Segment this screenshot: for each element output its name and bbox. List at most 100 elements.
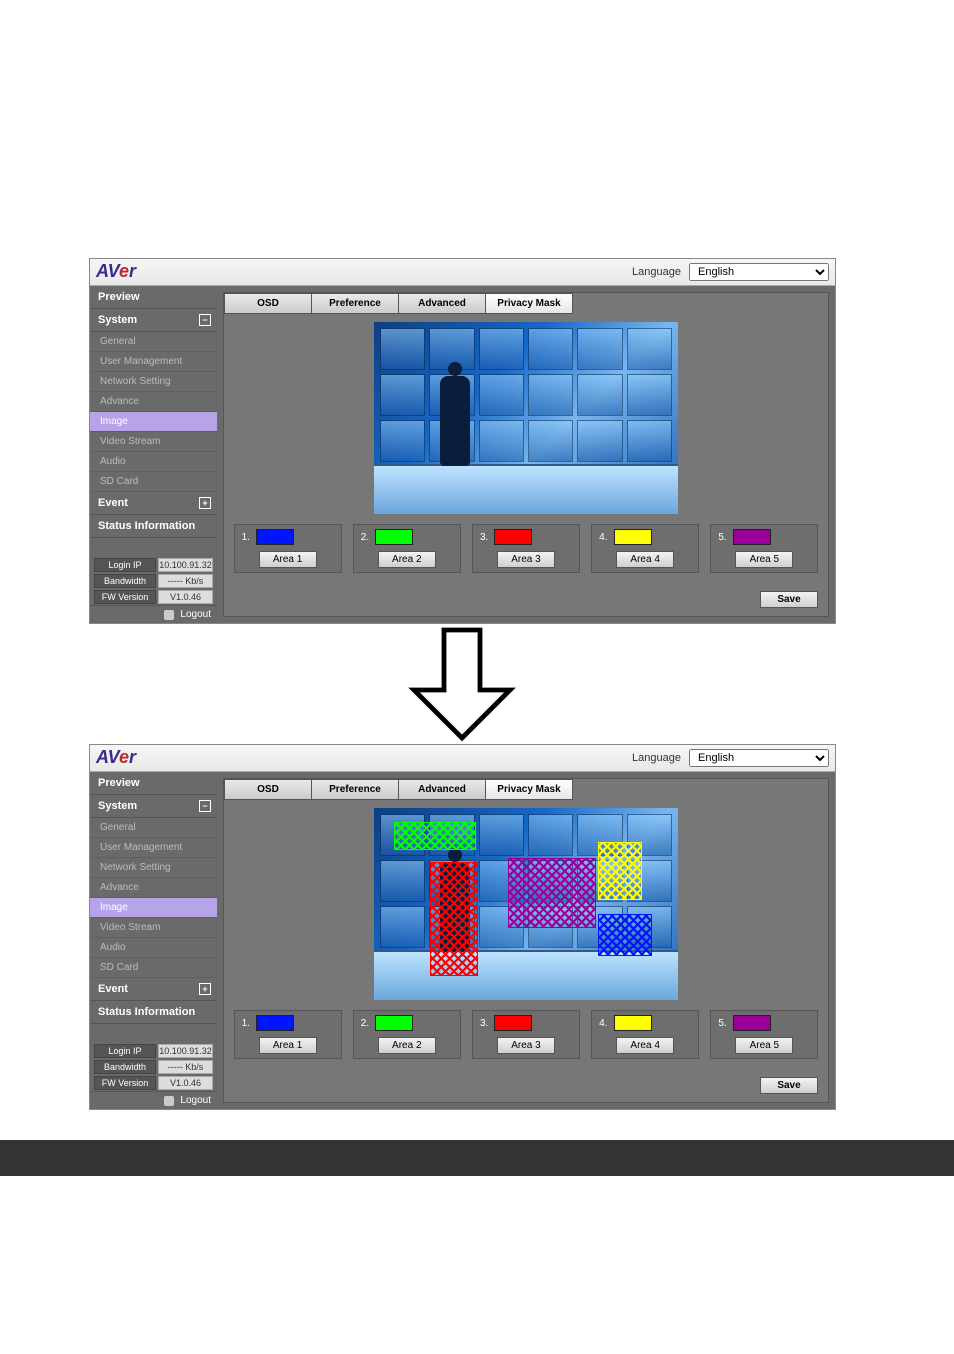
area-3-button[interactable]: Area 3 bbox=[497, 1037, 555, 1054]
privacy-mask-4[interactable] bbox=[598, 842, 642, 900]
tab-preference[interactable]: Preference bbox=[311, 779, 398, 800]
area-1-button[interactable]: Area 1 bbox=[259, 551, 317, 568]
desk bbox=[374, 464, 678, 514]
logout-link[interactable]: Logout bbox=[90, 1091, 217, 1109]
area-3-button[interactable]: Area 3 bbox=[497, 551, 555, 568]
topbar: Language English bbox=[90, 745, 835, 772]
area-1-button[interactable]: Area 1 bbox=[259, 1037, 317, 1054]
sidebar-item-video-stream[interactable]: Video Stream bbox=[90, 432, 217, 452]
minus-icon[interactable]: − bbox=[199, 314, 211, 326]
logout-link[interactable]: Logout bbox=[90, 605, 217, 623]
language-label: Language bbox=[632, 266, 681, 278]
area-5-button[interactable]: Area 5 bbox=[735, 1037, 793, 1054]
area-cell-2: 2. Area 2 bbox=[353, 1010, 461, 1059]
sidebar-event[interactable]: Event + bbox=[90, 978, 217, 1001]
area-4-button[interactable]: Area 4 bbox=[616, 551, 674, 568]
sidebar-system[interactable]: System − bbox=[90, 795, 217, 818]
sidebar-event[interactable]: Event + bbox=[90, 492, 217, 515]
sidebar-item-network-setting[interactable]: Network Setting bbox=[90, 858, 217, 878]
status-fw-version: FW Version V1.0.46 bbox=[94, 590, 213, 604]
language-select[interactable]: English bbox=[689, 749, 829, 767]
sidebar-item-user-management[interactable]: User Management bbox=[90, 838, 217, 858]
sidebar-item-video-stream[interactable]: Video Stream bbox=[90, 918, 217, 938]
sidebar-item-audio[interactable]: Audio bbox=[90, 452, 217, 472]
privacy-mask-5[interactable] bbox=[598, 914, 652, 956]
tab-advanced[interactable]: Advanced bbox=[398, 779, 485, 800]
plus-icon[interactable]: + bbox=[199, 983, 211, 995]
sidebar-item-advance[interactable]: Advance bbox=[90, 878, 217, 898]
status-bandwidth: Bandwidth ----- Kb/s bbox=[94, 574, 213, 588]
sidebar-item-general[interactable]: General bbox=[90, 332, 217, 352]
area-cell-4: 4. Area 4 bbox=[591, 524, 699, 573]
sidebar-item-image[interactable]: Image bbox=[90, 898, 217, 918]
swatch-4 bbox=[614, 529, 652, 545]
main-area: OSD Preference Advanced Privacy Mask bbox=[217, 772, 835, 1109]
privacy-mask-1[interactable] bbox=[394, 822, 476, 850]
area-cell-3: 3. Area 3 bbox=[472, 524, 580, 573]
language-label: Language bbox=[632, 752, 681, 764]
privacy-mask-3[interactable] bbox=[508, 858, 596, 928]
swatch-1 bbox=[256, 529, 294, 545]
tab-privacy-mask[interactable]: Privacy Mask bbox=[485, 293, 573, 314]
plus-icon[interactable]: + bbox=[199, 497, 211, 509]
page-footer bbox=[0, 1140, 954, 1176]
person-silhouette bbox=[440, 376, 470, 466]
topbar: Language English bbox=[90, 259, 835, 286]
language-select[interactable]: English bbox=[689, 263, 829, 281]
logout-icon bbox=[164, 610, 174, 620]
status-login-ip: Login IP 10.100.91.32 bbox=[94, 1044, 213, 1058]
swatch-3 bbox=[494, 529, 532, 545]
swatch-2 bbox=[375, 529, 413, 545]
tabs: OSD Preference Advanced Privacy Mask bbox=[224, 293, 828, 314]
swatch-3 bbox=[494, 1015, 532, 1031]
logo: AVer bbox=[96, 261, 136, 282]
down-arrow-icon bbox=[89, 624, 834, 744]
save-button[interactable]: Save bbox=[760, 591, 818, 608]
status-fw-version: FW Version V1.0.46 bbox=[94, 1076, 213, 1090]
area-cell-4: 4. Area 4 bbox=[591, 1010, 699, 1059]
sidebar-item-advance[interactable]: Advance bbox=[90, 392, 217, 412]
app-window-before: AVer Language English Preview System − G… bbox=[89, 258, 836, 624]
tab-osd[interactable]: OSD bbox=[224, 293, 311, 314]
sidebar-status-info[interactable]: Status Information bbox=[90, 1001, 217, 1024]
sidebar-item-user-management[interactable]: User Management bbox=[90, 352, 217, 372]
sidebar-item-image[interactable]: Image bbox=[90, 412, 217, 432]
area-cell-1: 1. Area 1 bbox=[234, 524, 342, 573]
swatch-5 bbox=[733, 1015, 771, 1031]
minus-icon[interactable]: − bbox=[199, 800, 211, 812]
area-cell-3: 3. Area 3 bbox=[472, 1010, 580, 1059]
area-2-button[interactable]: Area 2 bbox=[378, 551, 436, 568]
swatch-5 bbox=[733, 529, 771, 545]
video-preview[interactable] bbox=[374, 808, 678, 1000]
area-2-button[interactable]: Area 2 bbox=[378, 1037, 436, 1054]
sidebar-item-sd-card[interactable]: SD Card bbox=[90, 958, 217, 978]
area-cell-5: 5. Area 5 bbox=[710, 1010, 818, 1059]
sidebar: Preview System − General User Management… bbox=[90, 772, 217, 1109]
sidebar-item-network-setting[interactable]: Network Setting bbox=[90, 372, 217, 392]
tab-osd[interactable]: OSD bbox=[224, 779, 311, 800]
logo: AVer bbox=[96, 747, 136, 768]
sidebar-status-info[interactable]: Status Information bbox=[90, 515, 217, 538]
sidebar-item-sd-card[interactable]: SD Card bbox=[90, 472, 217, 492]
tabs: OSD Preference Advanced Privacy Mask bbox=[224, 779, 828, 800]
logout-icon bbox=[164, 1096, 174, 1106]
tab-privacy-mask[interactable]: Privacy Mask bbox=[485, 779, 573, 800]
tab-advanced[interactable]: Advanced bbox=[398, 293, 485, 314]
status-bandwidth: Bandwidth ----- Kb/s bbox=[94, 1060, 213, 1074]
save-button[interactable]: Save bbox=[760, 1077, 818, 1094]
sidebar-item-general[interactable]: General bbox=[90, 818, 217, 838]
sidebar-preview[interactable]: Preview bbox=[90, 286, 217, 309]
privacy-mask-2[interactable] bbox=[430, 862, 478, 976]
swatch-2 bbox=[375, 1015, 413, 1031]
area-4-button[interactable]: Area 4 bbox=[616, 1037, 674, 1054]
sidebar-item-audio[interactable]: Audio bbox=[90, 938, 217, 958]
area-5-button[interactable]: Area 5 bbox=[735, 551, 793, 568]
area-cell-1: 1. Area 1 bbox=[234, 1010, 342, 1059]
desk bbox=[374, 950, 678, 1000]
sidebar-system[interactable]: System − bbox=[90, 309, 217, 332]
video-preview[interactable] bbox=[374, 322, 678, 514]
tab-preference[interactable]: Preference bbox=[311, 293, 398, 314]
swatch-4 bbox=[614, 1015, 652, 1031]
swatch-1 bbox=[256, 1015, 294, 1031]
sidebar-preview[interactable]: Preview bbox=[90, 772, 217, 795]
